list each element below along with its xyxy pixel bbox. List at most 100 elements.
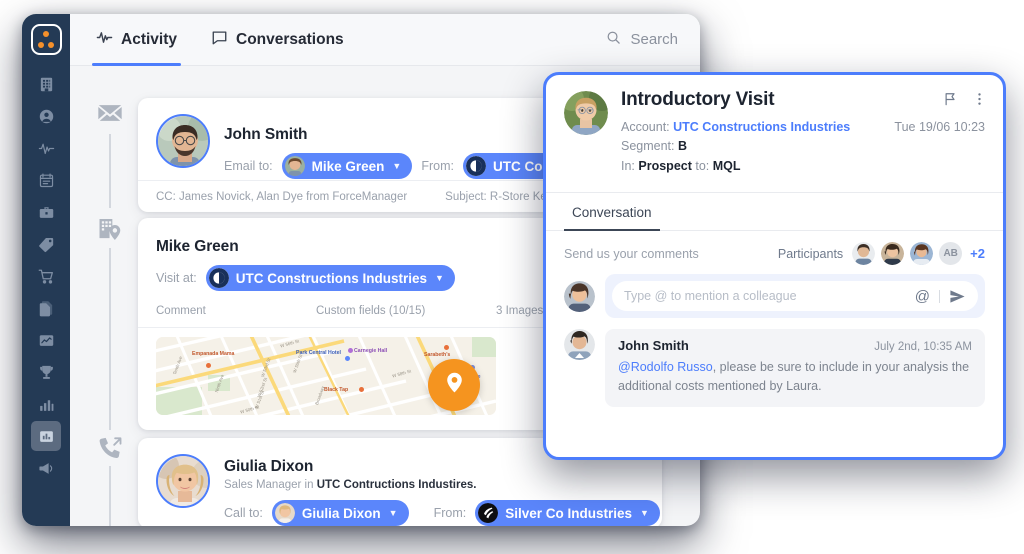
at-icon[interactable]: @ bbox=[915, 288, 930, 305]
detail-account-link[interactable]: UTC Constructions Industries bbox=[673, 120, 850, 134]
map-poi-dot bbox=[348, 348, 353, 353]
timeline-icon-visit bbox=[94, 214, 126, 244]
sidebar-item-activity[interactable] bbox=[31, 133, 61, 163]
chevron-down-icon: ▼ bbox=[388, 508, 398, 518]
sidebar-item-products[interactable] bbox=[31, 229, 61, 259]
chip-avatar bbox=[284, 156, 305, 176]
logo-dot-right bbox=[48, 42, 54, 48]
call-card-person: Giulia Dixon bbox=[224, 458, 314, 475]
comment-hint: Send us your comments bbox=[564, 246, 699, 261]
email-from-label: From: bbox=[421, 159, 454, 173]
composer-field[interactable]: @ bbox=[612, 281, 978, 312]
chip-visit-account-label: UTC Constructions Industries bbox=[235, 270, 428, 286]
chat-bubble-icon bbox=[211, 29, 228, 51]
sidebar-item-documents[interactable] bbox=[31, 293, 61, 323]
participant-initials[interactable]: AB bbox=[939, 242, 963, 266]
tab-activity[interactable]: Activity bbox=[92, 14, 181, 66]
send-icon[interactable] bbox=[949, 288, 966, 305]
map-poi-label: Black Tap bbox=[324, 387, 349, 393]
activity-card-person: John Smith bbox=[224, 126, 308, 143]
sidebar-item-goals[interactable] bbox=[31, 357, 61, 387]
participants-more[interactable]: +2 bbox=[970, 246, 985, 261]
sidebar-item-opportunities[interactable] bbox=[31, 197, 61, 227]
sidebar-rail bbox=[22, 14, 70, 526]
message-text: @Rodolfo Russo, please be sure to includ… bbox=[618, 358, 972, 396]
call-role-company: UTC Contructions Industires. bbox=[316, 479, 477, 491]
chip-call-company[interactable]: Silver Co Industries ▼ bbox=[475, 500, 660, 526]
detail-avatar bbox=[564, 91, 608, 135]
chip-call-recipient-label: Giulia Dixon bbox=[301, 505, 381, 521]
message-mention[interactable]: @Rodolfo Russo bbox=[618, 360, 713, 374]
visit-card-person: Mike Green bbox=[156, 238, 239, 255]
current-user-avatar bbox=[564, 280, 595, 312]
chip-email-recipient-label: Mike Green bbox=[311, 158, 385, 174]
participant-avatar[interactable] bbox=[852, 242, 876, 266]
detail-stage-in-label: In: bbox=[621, 158, 635, 173]
tab-conversation[interactable]: Conversation bbox=[564, 203, 660, 232]
comment-composer: @ bbox=[564, 274, 985, 319]
sidebar-item-companies[interactable] bbox=[31, 69, 61, 99]
timeline-icon-call bbox=[94, 434, 126, 464]
chip-visit-account[interactable]: UTC Constructions Industries ▼ bbox=[205, 265, 455, 291]
tab-conversations-label: Conversations bbox=[236, 30, 344, 48]
sidebar-item-orders[interactable] bbox=[31, 261, 61, 291]
composer-divider bbox=[939, 289, 940, 303]
participant-avatar[interactable] bbox=[881, 242, 905, 266]
sidebar-item-calendar[interactable] bbox=[31, 165, 61, 195]
logo-dot-top bbox=[43, 31, 49, 37]
message-author-avatar bbox=[564, 329, 595, 361]
avatar bbox=[156, 454, 210, 508]
visit-tab-images[interactable]: 3 Images bbox=[496, 305, 543, 317]
detail-stage-to-value: MQL bbox=[712, 158, 741, 173]
logo-dot-left bbox=[38, 42, 44, 48]
call-role-prefix: Sales Manager in bbox=[224, 479, 317, 491]
detail-panel: Introductory Visit Account: UTC Construc… bbox=[543, 72, 1006, 460]
chevron-down-icon: ▼ bbox=[435, 273, 444, 283]
detail-stage-to-label: to: bbox=[695, 158, 710, 173]
tab-conversations[interactable]: Conversations bbox=[207, 14, 348, 66]
detail-segment-row: Segment: B bbox=[621, 137, 985, 156]
avatar bbox=[156, 114, 210, 168]
timeline-connector-1 bbox=[109, 134, 111, 208]
map-poi-label: Empanada Mama bbox=[192, 351, 235, 357]
participant-avatar[interactable] bbox=[910, 242, 934, 266]
sidebar-item-analytics[interactable] bbox=[31, 389, 61, 419]
participants-label: Participants bbox=[777, 246, 844, 261]
search-input[interactable]: Search bbox=[606, 30, 678, 49]
detail-actions bbox=[943, 91, 987, 107]
participants: Participants AB +2 bbox=[777, 242, 985, 266]
chip-company-logo bbox=[465, 156, 486, 176]
detail-date: Tue 19/06 10:23 bbox=[894, 120, 985, 134]
detail-header: Introductory Visit Account: UTC Construc… bbox=[546, 75, 1003, 188]
tab-activity-label: Activity bbox=[121, 30, 177, 48]
map-poi-dot bbox=[345, 356, 350, 361]
chip-avatar bbox=[274, 503, 295, 523]
call-from-label: From: bbox=[433, 506, 467, 520]
map-poi-dot bbox=[206, 363, 211, 368]
message-time: July 2nd, 10:35 AM bbox=[874, 341, 972, 354]
visit-tab-comment[interactable]: Comment bbox=[156, 305, 316, 317]
sidebar-item-reports[interactable] bbox=[31, 421, 61, 451]
chevron-down-icon: ▼ bbox=[640, 508, 649, 518]
comment-input[interactable] bbox=[624, 289, 915, 304]
composer-field-wrap: @ bbox=[605, 274, 985, 319]
detail-stage-in-value: Prospect bbox=[638, 158, 692, 173]
chip-email-recipient[interactable]: Mike Green ▼ bbox=[281, 153, 413, 179]
search-placeholder: Search bbox=[630, 31, 678, 48]
sidebar-item-sales[interactable] bbox=[31, 325, 61, 355]
more-vertical-icon[interactable] bbox=[972, 91, 987, 107]
detail-segment-value: B bbox=[678, 139, 688, 154]
sidebar-item-campaigns[interactable] bbox=[31, 453, 61, 483]
chip-call-recipient[interactable]: Giulia Dixon ▼ bbox=[271, 500, 409, 526]
map-pin-badge[interactable] bbox=[428, 359, 480, 411]
detail-account-label: Account: bbox=[621, 120, 670, 134]
visit-tab-custom-fields[interactable]: Custom fields (10/15) bbox=[316, 305, 496, 317]
visit-location-map[interactable]: Empanada Mama Park Central Hotel Carnegi… bbox=[156, 337, 496, 415]
email-to-label: Email to: bbox=[224, 159, 273, 173]
call-chip-row: Call to: Giulia Dixon ▼ From: Silver Co … bbox=[224, 500, 660, 526]
top-bar: Activity Conversations Search bbox=[70, 14, 700, 66]
sidebar-item-contacts[interactable] bbox=[31, 101, 61, 131]
email-chip-row: Email to: Mike Green ▼ From: UTC Constru bbox=[224, 153, 588, 179]
forcemanager-logo[interactable] bbox=[30, 24, 62, 55]
flag-icon[interactable] bbox=[943, 91, 958, 107]
